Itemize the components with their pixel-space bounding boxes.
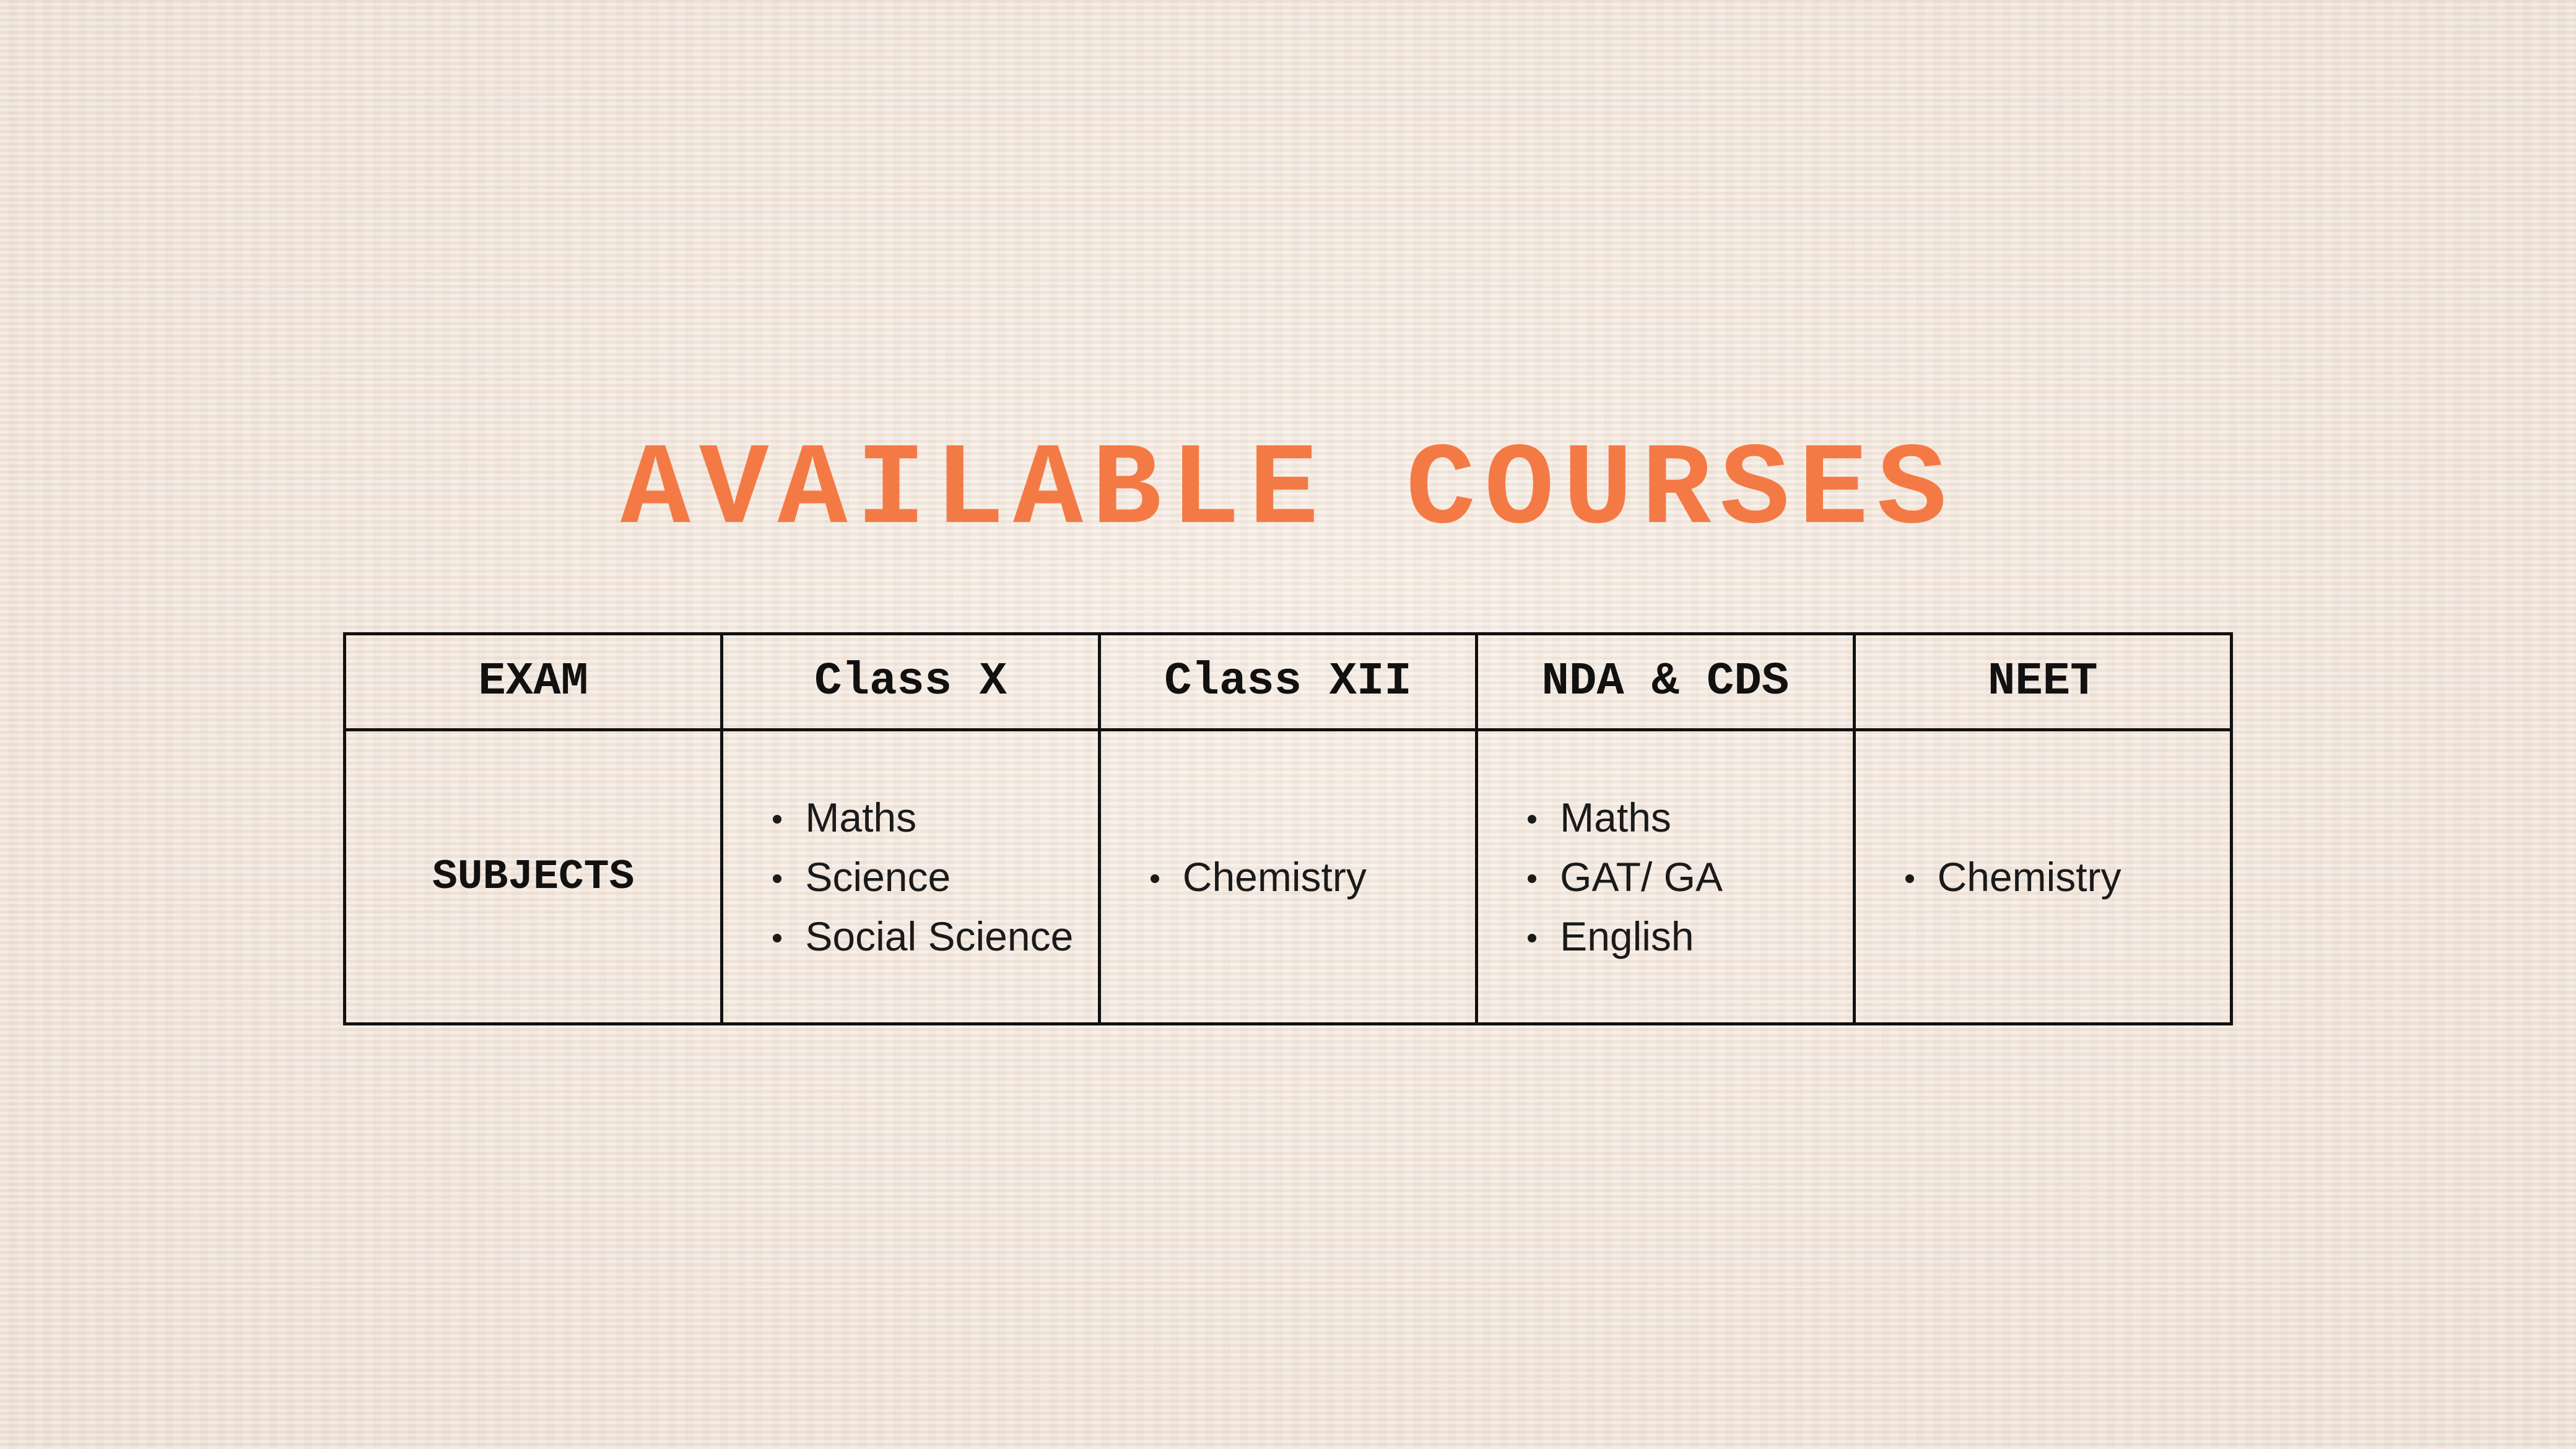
header-cell-class-x: Class X [720, 632, 1101, 731]
table-row-subjects: SUBJECTS Maths Science Social Science Ch… [342, 728, 2234, 1025]
header-cell-neet: NEET [1852, 632, 2234, 731]
subject-list-nda-cds: Maths GAT/ GA English [1478, 788, 1852, 966]
courses-table: EXAM Class X Class XII NDA & CDS NEET SU… [342, 632, 2234, 1025]
header-cell-class-xii: Class XII [1097, 632, 1479, 731]
page-title: AVAILABLE COURSES [620, 425, 1956, 557]
list-item: English [1528, 907, 1852, 966]
list-item: GAT/ GA [1528, 847, 1852, 907]
list-item: Maths [773, 788, 1097, 847]
list-item: Chemistry [1150, 847, 1475, 907]
list-item: Maths [1528, 788, 1852, 847]
cell-class-x-subjects: Maths Science Social Science [720, 728, 1101, 1025]
cell-nda-cds-subjects: Maths GAT/ GA English [1475, 728, 1856, 1025]
cell-neet-subjects: Chemistry [1852, 728, 2234, 1025]
slide: { "title": "AVAILABLE COURSES", "colors"… [0, 0, 2576, 1449]
header-cell-exam: EXAM [342, 632, 724, 731]
list-item: Science [773, 847, 1097, 907]
header-cell-nda-cds: NDA & CDS [1475, 632, 1856, 731]
row-label-subjects: SUBJECTS [342, 728, 724, 1025]
table-header-row: EXAM Class X Class XII NDA & CDS NEET [342, 632, 2234, 731]
list-item: Chemistry [1905, 847, 2230, 907]
list-item: Social Science [773, 907, 1097, 966]
subject-list-class-x: Maths Science Social Science [723, 788, 1097, 966]
cell-class-xii-subjects: Chemistry [1097, 728, 1479, 1025]
subject-list-class-xii: Chemistry [1101, 847, 1475, 907]
subject-list-neet: Chemistry [1856, 847, 2230, 907]
